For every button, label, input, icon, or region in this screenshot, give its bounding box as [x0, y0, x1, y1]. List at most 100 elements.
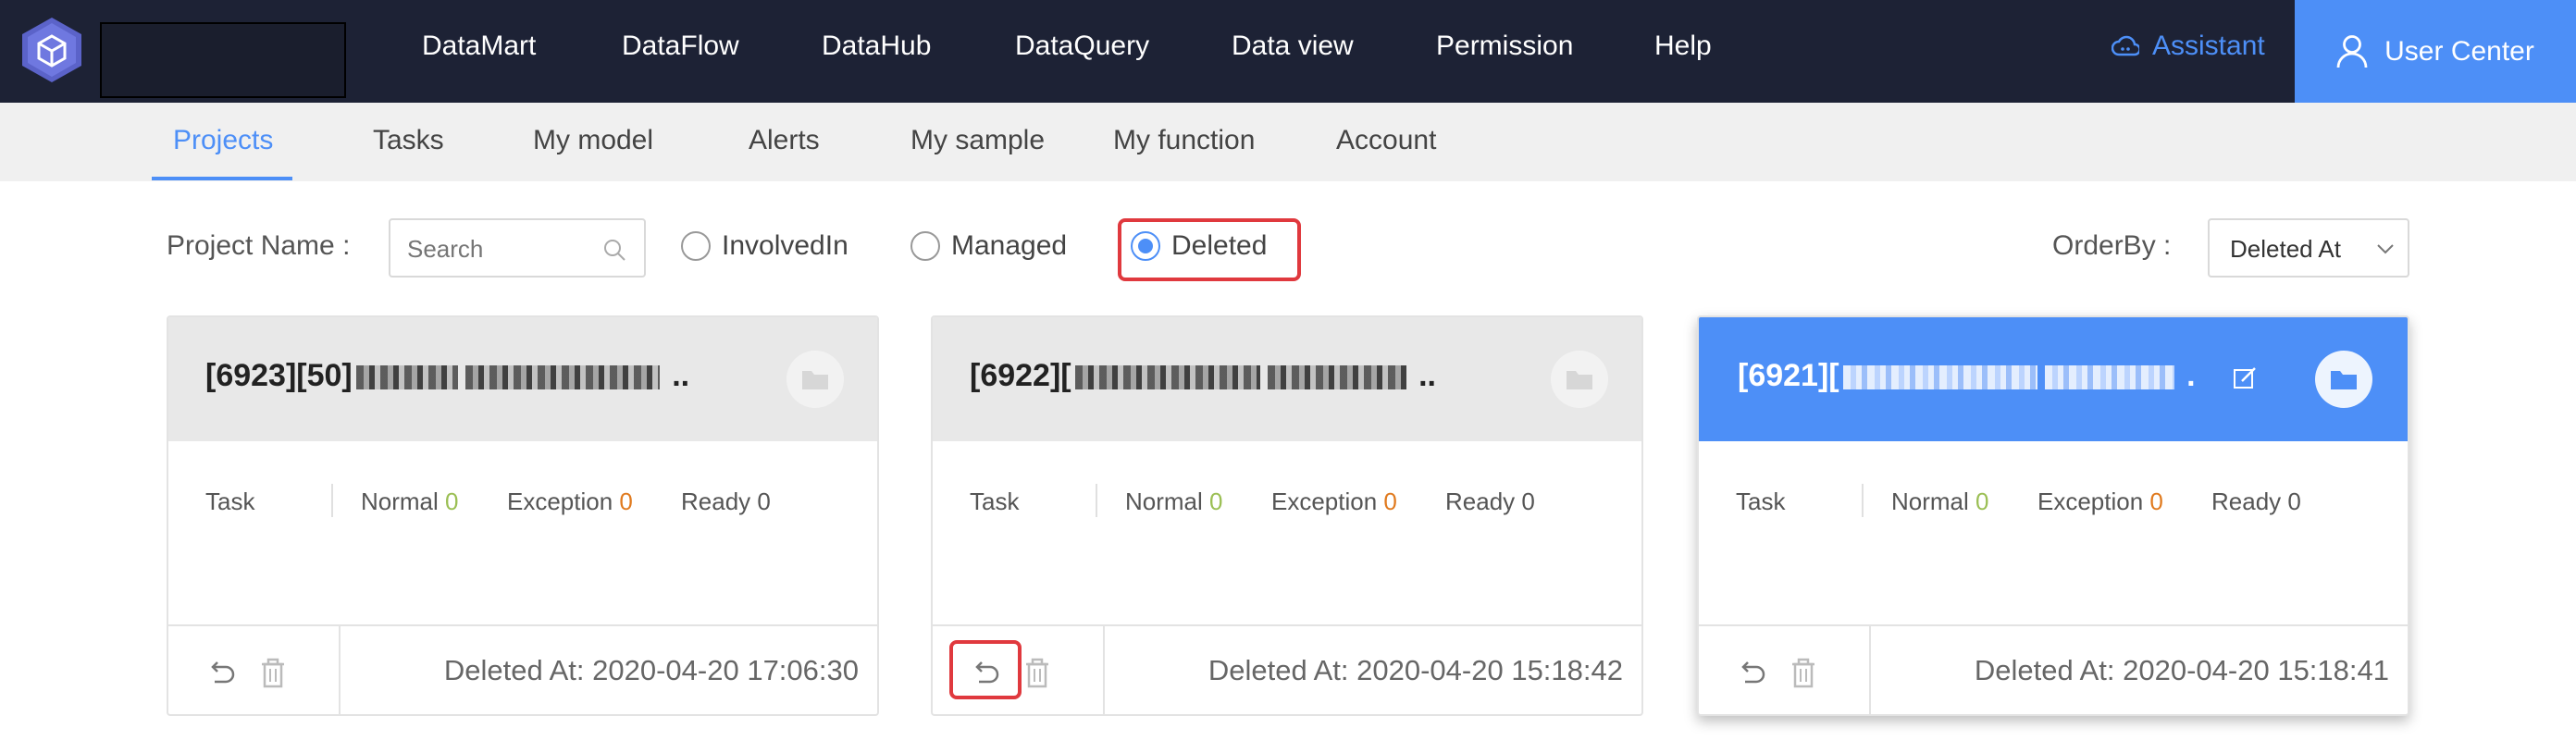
project-card-title[interactable]: [6921][ . — [1738, 358, 2196, 394]
user-center-label: User Center — [2384, 35, 2534, 67]
project-card-title[interactable]: [6922][ .. — [970, 358, 1436, 394]
chevron-down-icon — [2377, 244, 2394, 254]
project-card-title[interactable]: [6923][50] .. — [205, 358, 689, 394]
task-label: Task — [1736, 488, 1786, 515]
radio-circle[interactable] — [910, 231, 940, 261]
redacted-text — [1842, 365, 2037, 390]
folder-button[interactable] — [786, 351, 844, 408]
redacted-text — [1267, 365, 1406, 390]
exception-stat: Exception 0 — [1271, 488, 1397, 515]
trash-icon[interactable] — [259, 658, 287, 689]
brand-name-placeholder — [100, 22, 346, 98]
active-tab-indicator — [152, 177, 292, 180]
project-card[interactable]: [6923][50] .. Task Normal 0 Exception 0 … — [167, 315, 879, 716]
title-ellipsis: .. — [1418, 358, 1436, 393]
task-label: Task — [205, 488, 255, 515]
app-logo-icon[interactable] — [19, 16, 85, 84]
nav-datamart[interactable]: DataMart — [422, 31, 536, 62]
divider — [1096, 484, 1097, 517]
project-name-label: Project Name : — [167, 230, 351, 261]
redacted-text — [355, 365, 458, 390]
project-card-footer: Deleted At: 2020-04-20 15:18:42 — [933, 624, 1641, 714]
folder-button[interactable] — [1551, 351, 1608, 408]
trash-icon[interactable] — [1790, 658, 1817, 689]
normal-stat: Normal 0 — [1891, 488, 1989, 515]
folder-button[interactable] — [2315, 351, 2372, 408]
highlight-deleted-radio — [1118, 218, 1301, 281]
project-card-id: [6923][50] — [205, 358, 353, 393]
redacted-text — [2044, 365, 2174, 390]
search-icon[interactable] — [601, 237, 627, 263]
redacted-text — [1074, 365, 1260, 390]
ready-count: 0 — [1521, 488, 1535, 515]
tab-account[interactable]: Account — [1336, 125, 1436, 156]
ready-stat: Ready 0 — [681, 488, 771, 515]
exception-stat: Exception 0 — [2037, 488, 2163, 515]
orderby-selected-value: Deleted At — [2230, 235, 2341, 263]
normal-count: 0 — [1209, 488, 1223, 515]
ready-stat: Ready 0 — [1445, 488, 1535, 515]
exception-count: 0 — [2149, 488, 2163, 515]
normal-count: 0 — [1975, 488, 1989, 515]
divider — [1862, 484, 1864, 517]
ready-count: 0 — [2287, 488, 2301, 515]
project-card-header: [6923][50] .. — [168, 317, 877, 441]
tab-alerts[interactable]: Alerts — [749, 125, 820, 156]
project-card-footer: Deleted At: 2020-04-20 15:18:41 — [1699, 624, 2408, 714]
task-stats: Task Normal 0 Exception 0 Ready 0 — [970, 484, 1617, 525]
deleted-at: Deleted At: 2020-04-20 15:18:41 — [1974, 654, 2389, 686]
tab-my-sample[interactable]: My sample — [910, 125, 1045, 156]
normal-stat: Normal 0 — [1125, 488, 1223, 515]
nav-dataflow[interactable]: DataFlow — [622, 31, 739, 62]
trash-icon[interactable] — [1023, 658, 1051, 689]
tab-my-function[interactable]: My function — [1113, 125, 1255, 156]
divider — [1103, 626, 1105, 714]
edit-icon[interactable] — [2232, 365, 2258, 391]
user-icon — [2336, 34, 2368, 68]
divider — [339, 626, 341, 714]
tab-projects[interactable]: Projects — [173, 125, 273, 156]
nav-permission[interactable]: Permission — [1436, 31, 1573, 62]
title-ellipsis: . — [2186, 358, 2196, 393]
project-search-box[interactable] — [389, 218, 646, 278]
normal-count: 0 — [445, 488, 459, 515]
divider — [1869, 626, 1871, 714]
deleted-at: Deleted At: 2020-04-20 15:18:42 — [1208, 654, 1623, 686]
restore-icon[interactable] — [1736, 658, 1767, 689]
deleted-at: Deleted At: 2020-04-20 17:06:30 — [443, 654, 859, 686]
divider — [331, 484, 333, 517]
orderby-select[interactable]: Deleted At — [2208, 218, 2409, 278]
radio-managed[interactable]: Managed — [910, 230, 1067, 262]
restore-icon[interactable] — [205, 658, 237, 689]
normal-stat: Normal 0 — [361, 488, 459, 515]
tab-tasks[interactable]: Tasks — [373, 125, 444, 156]
nav-datahub[interactable]: DataHub — [822, 31, 931, 62]
ready-stat: Ready 0 — [2211, 488, 2301, 515]
task-stats: Task Normal 0 Exception 0 Ready 0 — [205, 484, 853, 525]
folder-icon — [802, 371, 828, 389]
radio-managed-label: Managed — [951, 230, 1068, 261]
exception-count: 0 — [619, 488, 633, 515]
title-ellipsis: .. — [672, 358, 690, 393]
nav-help[interactable]: Help — [1654, 31, 1712, 62]
radio-involvedin-label: InvolvedIn — [722, 230, 848, 261]
assistant-link[interactable]: Assistant — [2112, 31, 2265, 62]
sub-navigation-bar: Projects Tasks My model Alerts My sample… — [0, 103, 2576, 181]
orderby-label: OrderBy : — [2052, 230, 2172, 261]
project-search-input[interactable] — [407, 233, 592, 265]
assistant-label: Assistant — [2152, 31, 2265, 61]
nav-data-view[interactable]: Data view — [1232, 31, 1354, 62]
nav-dataquery[interactable]: DataQuery — [1015, 31, 1149, 62]
user-center-button[interactable]: User Center — [2295, 0, 2576, 103]
folder-icon — [1567, 371, 1592, 389]
radio-involvedin[interactable]: InvolvedIn — [681, 230, 848, 262]
top-navigation-bar: DataMart DataFlow DataHub DataQuery Data… — [0, 0, 2576, 103]
project-card[interactable]: [6922][ .. Task Normal 0 Exception 0 Rea… — [931, 315, 1643, 716]
project-card-id: [6922][ — [970, 358, 1071, 393]
radio-circle[interactable] — [681, 231, 711, 261]
project-card-header: [6922][ .. — [933, 317, 1641, 441]
tab-my-model[interactable]: My model — [533, 125, 653, 156]
project-card[interactable]: [6921][ . Task Normal 0 Exception 0 Read… — [1697, 315, 2409, 716]
exception-stat: Exception 0 — [507, 488, 633, 515]
assistant-cloud-icon — [2112, 35, 2139, 56]
